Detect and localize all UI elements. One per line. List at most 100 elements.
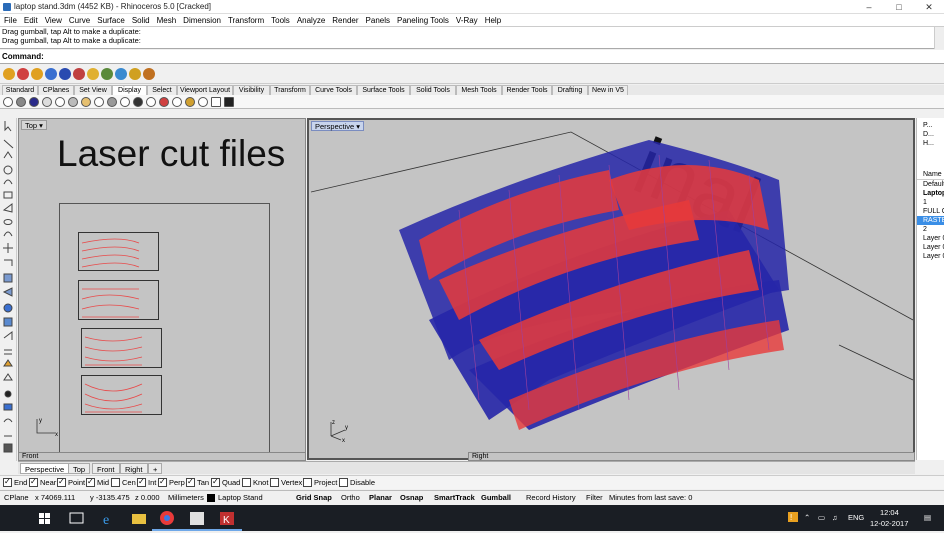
viewport-label-front[interactable]: Front: [22, 453, 38, 461]
status-planar[interactable]: Planar: [369, 493, 392, 503]
tab-transform[interactable]: Transform: [270, 85, 310, 95]
tool-icon[interactable]: [73, 68, 85, 80]
artistic-display-icon[interactable]: [81, 97, 91, 107]
menu-paneling-tools[interactable]: Paneling Tools: [393, 14, 452, 25]
menu-solid[interactable]: Solid: [128, 14, 153, 25]
command-input[interactable]: [38, 51, 938, 62]
tool-icon[interactable]: [31, 68, 43, 80]
volume-icon[interactable]: ♫: [832, 513, 838, 522]
chrome-icon[interactable]: [152, 505, 182, 531]
status-filter[interactable]: Filter: [586, 493, 603, 503]
panel-tab-display[interactable]: D...: [917, 130, 944, 139]
tool-icon[interactable]: [59, 68, 71, 80]
tab-viewport-layout[interactable]: Viewport Layout: [177, 85, 233, 95]
tool-icon[interactable]: [87, 68, 99, 80]
tab-cplanes[interactable]: CPlanes: [38, 85, 74, 95]
clock-time[interactable]: 12:04: [880, 508, 899, 517]
display-option-icon[interactable]: [120, 97, 130, 107]
rendered-display-icon[interactable]: [29, 97, 39, 107]
display-option-icon[interactable]: [146, 97, 156, 107]
menu-dimension[interactable]: Dimension: [179, 14, 224, 25]
tab-new-in-v5[interactable]: New in V5: [588, 85, 628, 95]
tool-icon[interactable]: [17, 68, 29, 80]
osnap-cen[interactable]: Cen: [111, 477, 136, 488]
menu-view[interactable]: View: [41, 14, 65, 25]
minimize-icon[interactable]: –: [854, 1, 884, 13]
osnap-vertex[interactable]: Vertex: [270, 477, 302, 488]
tab-set-view[interactable]: Set View: [74, 85, 112, 95]
viewport-top[interactable]: Top ▾ Laser cut files y x: [18, 118, 306, 460]
osnap-near[interactable]: Near: [29, 477, 56, 488]
display-option-icon[interactable]: [159, 97, 169, 107]
file-explorer-icon[interactable]: [124, 505, 154, 531]
tab-surface-tools[interactable]: Surface Tools: [357, 85, 410, 95]
layer-item-selected[interactable]: RASTE: [917, 216, 944, 225]
menu-edit[interactable]: Edit: [20, 14, 41, 25]
display-option-icon[interactable]: [172, 97, 182, 107]
status-grid-snap[interactable]: Grid Snap: [296, 493, 332, 503]
menu-curve[interactable]: Curve: [65, 14, 93, 25]
action-center-icon[interactable]: ▤: [924, 513, 931, 522]
history-scrollbar[interactable]: [934, 27, 944, 49]
layer-item[interactable]: 1: [917, 198, 944, 207]
status-smarttrack[interactable]: SmartTrack: [434, 493, 475, 503]
panel-tab-properties[interactable]: P...: [917, 121, 944, 130]
tool-icon[interactable]: [3, 68, 15, 80]
menu-mesh[interactable]: Mesh: [153, 14, 180, 25]
tray-chevron-icon[interactable]: ⌃: [804, 513, 810, 522]
osnap-knot[interactable]: Knot: [242, 477, 268, 488]
viewport-right[interactable]: Right: [468, 452, 915, 461]
menu-transform[interactable]: Transform: [224, 14, 267, 25]
viewport-front[interactable]: Front: [18, 452, 306, 461]
layer-item[interactable]: Layer 0: [917, 234, 944, 243]
battery-icon[interactable]: ▭: [818, 513, 825, 522]
edge-browser-icon[interactable]: e: [94, 505, 124, 531]
viewport-label-right[interactable]: Right: [472, 453, 488, 461]
tab-standard[interactable]: Standard: [2, 85, 38, 95]
menu-surface[interactable]: Surface: [93, 14, 128, 25]
display-option-icon[interactable]: [211, 97, 221, 107]
osnap-end[interactable]: End: [3, 477, 27, 488]
tab-select[interactable]: Select: [147, 85, 177, 95]
left-tool-icons[interactable]: [0, 118, 17, 461]
tool-icon[interactable]: [129, 68, 141, 80]
layer-item[interactable]: Laptop: [917, 189, 944, 198]
layer-item[interactable]: Layer 0: [917, 252, 944, 261]
language-indicator[interactable]: ENG: [848, 513, 864, 522]
display-option-icon[interactable]: [185, 97, 195, 107]
clock-date[interactable]: 12-02-2017: [870, 519, 908, 528]
osnap-point[interactable]: Point: [57, 477, 85, 488]
osnap-quad[interactable]: Quad: [211, 477, 240, 488]
technical-display-icon[interactable]: [68, 97, 78, 107]
wireframe-display-icon[interactable]: [3, 97, 13, 107]
osnap-disable[interactable]: Disable: [339, 477, 375, 488]
menu-vray[interactable]: V-Ray: [452, 14, 481, 25]
viewport-perspective[interactable]: inal Perspective ▾ z y x: [307, 118, 915, 460]
viewport-label-top[interactable]: Top ▾: [21, 120, 47, 130]
layer-item[interactable]: 2: [917, 225, 944, 234]
status-ortho[interactable]: Ortho: [341, 493, 360, 503]
tab-solid-tools[interactable]: Solid Tools: [410, 85, 456, 95]
osnap-mid[interactable]: Mid: [86, 477, 109, 488]
tab-visibility[interactable]: Visibility: [233, 85, 270, 95]
layer-item[interactable]: FULL C: [917, 207, 944, 216]
menu-tools[interactable]: Tools: [267, 14, 293, 25]
status-osnap[interactable]: Osnap: [400, 493, 423, 503]
layer-item[interactable]: Layer 0: [917, 243, 944, 252]
tab-drafting[interactable]: Drafting: [552, 85, 588, 95]
task-view-icon[interactable]: [62, 505, 92, 531]
status-record-history[interactable]: Record History: [526, 493, 576, 503]
viewport-tab-top[interactable]: Top: [68, 463, 91, 474]
tab-curve-tools[interactable]: Curve Tools: [310, 85, 357, 95]
display-option-icon[interactable]: [107, 97, 117, 107]
menu-render[interactable]: Render: [328, 14, 361, 25]
close-icon[interactable]: ✕: [914, 1, 944, 13]
add-viewport-tab-button[interactable]: +: [148, 463, 163, 474]
tab-render-tools[interactable]: Render Tools: [502, 85, 552, 95]
app-k-icon[interactable]: K: [212, 505, 242, 531]
pen-display-icon[interactable]: [94, 97, 104, 107]
osnap-perp[interactable]: Perp: [158, 477, 185, 488]
viewport-label-perspective[interactable]: Perspective ▾: [311, 121, 365, 131]
status-units[interactable]: Millimeters: [168, 493, 204, 503]
display-option-icon[interactable]: [133, 97, 143, 107]
